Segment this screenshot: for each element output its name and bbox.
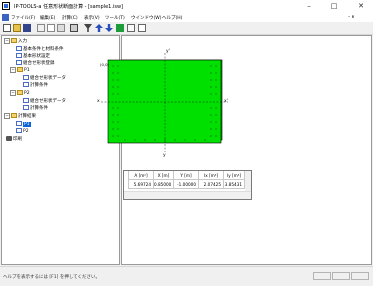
cell-y[interactable]: -1.00000 — [174, 180, 199, 189]
print-icon[interactable] — [70, 24, 78, 32]
tree-item-p1-shape-data[interactable]: 組合せ形状データ — [23, 75, 66, 82]
window-title: IP-TOOLS-a 任意形状断面計算 - [sample1.isw] — [14, 4, 123, 10]
folder-icon — [11, 38, 17, 43]
status-indicator — [332, 272, 350, 280]
origin-label: (0,0) — [100, 62, 110, 67]
menu-tools[interactable]: ツール(T) — [105, 15, 125, 21]
status-indicator — [313, 272, 331, 280]
app-icon — [2, 2, 10, 10]
tree-item-input[interactable]: − 入力 — [4, 38, 27, 45]
tree-item-results[interactable]: − 計算結果 — [4, 113, 36, 120]
menu-file[interactable]: ファイル(F) — [11, 15, 35, 21]
status-indicator — [351, 272, 369, 280]
tree-item-p2-shape-data[interactable]: 組合せ形状データ — [23, 98, 66, 105]
expander-icon[interactable]: − — [4, 38, 10, 44]
mdi-restore-controls[interactable]: – ɐ — [348, 15, 354, 20]
document-menu-icon[interactable] — [2, 14, 9, 21]
tree-item-results-p1[interactable]: P1 — [16, 121, 31, 128]
tree-item-p2-calc-conditions[interactable]: 計算条件 — [23, 105, 48, 112]
paste-icon[interactable] — [57, 24, 65, 32]
doc-icon — [16, 128, 22, 133]
axis-label-y-bottom: y — [163, 153, 166, 158]
doc-icon — [16, 60, 22, 65]
open-icon[interactable] — [13, 24, 21, 32]
save-icon[interactable] — [23, 24, 31, 32]
folder-icon — [17, 90, 23, 95]
menu-help[interactable]: ヘルプ(H) — [162, 15, 182, 21]
printer-icon — [6, 136, 12, 141]
expander-icon[interactable]: − — [4, 113, 10, 119]
tree-item-basic-shape[interactable]: 基本形状設定 — [16, 53, 50, 60]
cell-ix[interactable]: 2.07425 — [199, 180, 224, 189]
minimize-button[interactable]: – — [300, 1, 318, 11]
cell-area[interactable]: 5.69724 — [129, 180, 154, 189]
tree-item-p1[interactable]: − P1 — [10, 67, 30, 74]
doc-icon — [23, 105, 29, 110]
col-header-y: Y [m] — [174, 171, 199, 180]
doc-icon — [16, 53, 22, 58]
status-bar: ヘルプを表示するには [F1] を押してください。 — [0, 266, 373, 286]
toolbar — [0, 22, 373, 35]
results-table[interactable]: A [m²] X [m] Y [m] Ix [m⁴] Iy [m⁴] 5.697… — [123, 170, 252, 200]
axis-label-x-left: x — [97, 99, 100, 104]
menu-bar: ファイル(F) 編集(E) 計算(C) 表示(V) ツール(T) ウインドウ(W… — [0, 13, 373, 22]
folder-icon — [11, 113, 17, 118]
maximize-button[interactable]: □ — [325, 1, 343, 11]
menu-window[interactable]: ウインドウ(W) — [131, 15, 161, 21]
menu-edit[interactable]: 編集(E) — [40, 15, 55, 21]
cell-x[interactable]: 0.85000 — [154, 180, 174, 189]
status-text: ヘルプを表示するには [F1] を押してください。 — [3, 275, 101, 280]
arrow-down-icon[interactable] — [105, 24, 113, 32]
title-bar: IP-TOOLS-a 任意形状断面計算 - [sample1.isw] – □ … — [0, 0, 373, 13]
expander-icon[interactable]: − — [10, 67, 16, 73]
project-tree[interactable]: − 入力 基本条件と材料条件 基本形状設定 組合せ形状登録 − P1 組合せ形状デー… — [1, 35, 120, 265]
table-horizontal-scrollbar[interactable] — [124, 191, 251, 199]
tree-item-combined-shape[interactable]: 組合せ形状登録 — [16, 60, 55, 67]
axis-label-y-top: y' — [166, 49, 170, 54]
doc-icon — [23, 82, 29, 87]
expander-icon[interactable]: − — [10, 90, 16, 96]
folder-icon — [17, 67, 23, 72]
doc-icon — [23, 98, 29, 103]
grid-icon[interactable] — [127, 24, 135, 32]
tree-item-basic-conditions[interactable]: 基本条件と材料条件 — [16, 46, 64, 53]
cut-icon[interactable] — [37, 24, 45, 32]
list-icon[interactable] — [116, 24, 124, 32]
section-figure-canvas — [122, 36, 373, 176]
close-button[interactable]: ✕ — [352, 1, 370, 11]
tree-item-results-p2[interactable]: P2 — [16, 128, 29, 135]
axis-label-x-right: x' — [224, 99, 228, 104]
col-header-ix: Ix [m⁴] — [199, 171, 224, 180]
filter-icon[interactable] — [84, 24, 92, 32]
menu-calc[interactable]: 計算(C) — [62, 15, 78, 21]
doc-icon — [23, 75, 29, 80]
tree-item-p1-calc-conditions[interactable]: 計算条件 — [23, 82, 48, 89]
arrow-up-icon[interactable] — [95, 24, 103, 32]
doc-icon — [16, 121, 22, 126]
help-icon[interactable] — [138, 24, 146, 32]
col-header-area: A [m²] — [129, 171, 154, 180]
new-icon[interactable] — [3, 24, 11, 32]
col-header-x: X [m] — [154, 171, 174, 180]
col-header-iy: Iy [m⁴] — [224, 171, 245, 180]
tree-item-print[interactable]: 印刷 — [6, 136, 22, 143]
copy-icon[interactable] — [47, 24, 55, 32]
cell-iy[interactable]: 3.85431 — [224, 180, 245, 189]
menu-view[interactable]: 表示(V) — [84, 15, 100, 21]
doc-icon — [16, 46, 22, 51]
table-vertical-scrollbar[interactable] — [245, 171, 251, 191]
result-view-pane — [121, 35, 372, 265]
tree-item-p2[interactable]: − P2 — [10, 90, 30, 97]
